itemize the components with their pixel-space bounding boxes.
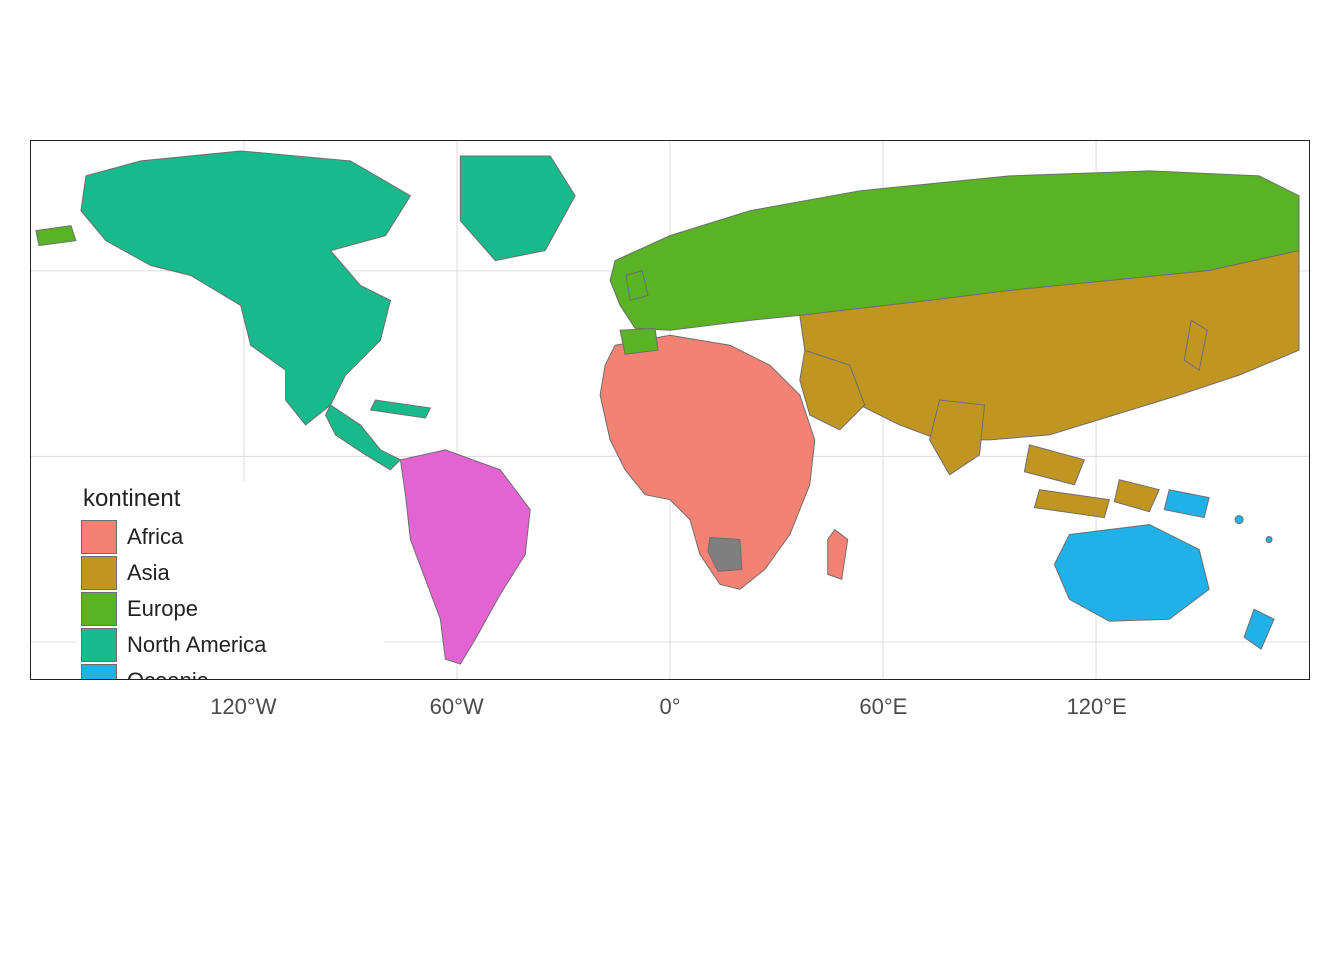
x-axis-labels: 120°W 60°W 0° 60°E 120°E — [30, 680, 1310, 720]
legend-label: Oceania — [127, 668, 209, 679]
aleutian-west-wrap — [36, 226, 76, 246]
legend-swatch — [81, 628, 117, 662]
legend: kontinent Africa Asia Europe North America O… — [77, 481, 384, 679]
legend-title: kontinent — [83, 485, 378, 513]
legend-label: Asia — [127, 560, 170, 586]
legend-swatch — [81, 556, 117, 590]
legend-swatch — [81, 664, 117, 679]
x-tick-label: 120°E — [1067, 694, 1127, 720]
legend-item: Asia — [81, 555, 378, 591]
region-north-america — [81, 151, 575, 470]
legend-swatch — [81, 592, 117, 626]
legend-item: Europe — [81, 591, 378, 627]
legend-item: Oceania — [81, 663, 378, 679]
x-tick-label: 60°W — [430, 694, 484, 720]
legend-label: North America — [127, 632, 266, 658]
x-tick-label: 60°E — [859, 694, 907, 720]
legend-label: Africa — [127, 524, 183, 550]
legend-swatch — [81, 520, 117, 554]
legend-item: North America — [81, 627, 378, 663]
region-south-america — [400, 450, 530, 664]
x-tick-label: 120°W — [210, 694, 276, 720]
map-panel: kontinent Africa Asia Europe North America O… — [30, 140, 1310, 680]
x-tick-label: 0° — [659, 694, 680, 720]
legend-label: Europe — [127, 596, 198, 622]
plot-area: kontinent Africa Asia Europe North America O… — [31, 141, 1309, 679]
legend-item: Africa — [81, 519, 378, 555]
